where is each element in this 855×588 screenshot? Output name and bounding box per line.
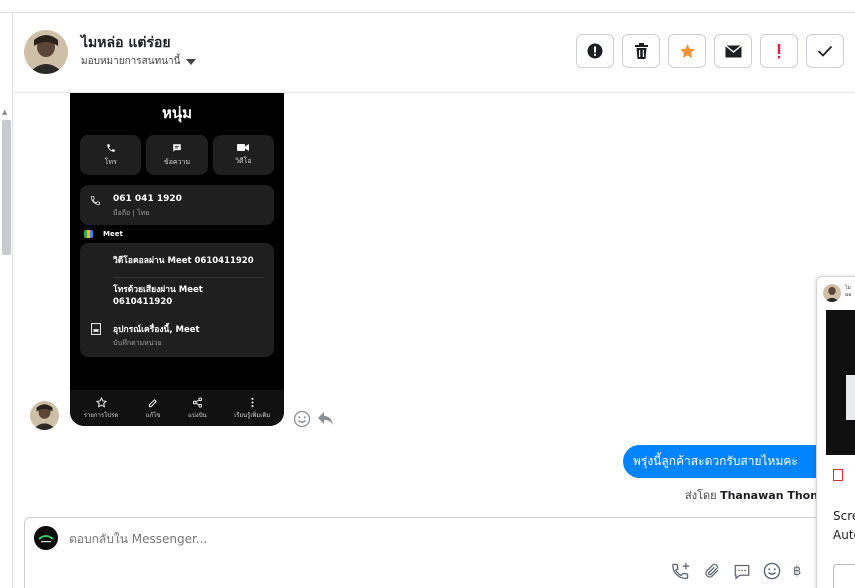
alert-circle-icon [587,43,603,59]
caret-down-icon [186,58,197,65]
more-nav-item: เรียนรู้เพิ่มเติม [234,397,270,420]
phone-message-button: ข้อความ [146,135,208,175]
phone-icon [106,143,115,152]
meet-voice-call-option: โทรด้วยเสียงผ่าน Meet 0610411920 [113,285,203,307]
phone-icon [90,195,101,206]
star-outline-icon [95,396,107,408]
popup-file-icon [833,469,843,481]
payment-baht-icon[interactable]: ฿ [793,564,801,579]
phone-video-button: วิดีโอ [212,135,274,175]
popup-title: ไม มอ [845,285,851,299]
meet-label: Meet [103,230,123,238]
react-emoji-icon[interactable] [293,410,311,428]
contact-name[interactable]: ไมหล่อ แต่ร่อย [81,32,171,54]
reply-icon[interactable] [317,410,334,426]
video-icon [237,144,250,151]
reply-composer: ฿ [24,517,855,588]
favorite-nav-item: รายการโปรด [83,396,119,420]
popup-avatar [823,284,841,302]
popup-title-line1: ไม [845,285,851,291]
message-tools [293,410,334,428]
device-save-icon [91,323,101,335]
inbox-conversation-view: ▲ ไมหล่อ แต่ร่อย มอบหมายการสนทนานี้ หนุ่… [0,0,855,588]
contact-avatar[interactable] [24,30,68,74]
popup-text-line1: Scre [833,509,855,523]
phone-number: 061 041 1920 [113,194,182,204]
edit-nav-item: แก้ไข [146,397,161,420]
floating-chat-popup[interactable]: ไม มอ Scre Auto [816,276,855,588]
phone-bottom-nav: รายการโปรด แก้ไข แบ่งปัน เรียนรู้เพิ่มเต… [70,390,284,426]
saved-replies-icon[interactable] [733,563,751,580]
message-icon [173,143,181,152]
popup-image-preview [826,310,855,455]
phone-action-buttons: โทร ข้อความ วิดีโอ [80,135,274,175]
scrollbar[interactable]: ▲ [0,13,13,588]
popup-button[interactable] [833,564,855,588]
page-avatar [34,526,58,550]
sent-by-name[interactable]: Thanawan Thon [720,489,818,502]
star-icon [679,43,695,58]
assign-conversation-dropdown[interactable]: มอบหมายการสนทนานี้ [81,54,197,69]
meet-divider [113,277,264,278]
meet-section-label: Meet [84,230,123,238]
popup-text: Scre Auto [833,507,855,545]
pencil-icon [148,398,157,407]
more-label: เรียนรู้เพิ่มเติม [234,411,271,419]
more-vertical-icon [251,397,254,407]
meet-device-option: อุปกรณ์เครื่องนี้, Meet [113,325,200,335]
mark-done-button[interactable] [806,34,844,68]
composer-toolbar: ฿ [671,562,801,580]
phone-call-label: โทร [104,157,117,166]
sender-avatar[interactable] [30,401,59,430]
favorite-label: รายการโปรด [83,411,119,419]
attachment-icon[interactable] [703,562,721,580]
meet-video-call-option: วิดีโอคอลผ่าน Meet 0610411920 [113,256,254,266]
phone-call-button: โทร [80,135,142,175]
popup-title-line2: มอ [845,292,852,298]
exclamation-icon [777,44,781,59]
popup-text-line2: Auto [833,528,855,542]
check-icon [817,45,833,57]
phone-number-type: มือถือ | ไทย [113,209,150,217]
sent-by-prefix: ส่งโดย [685,489,717,502]
trash-icon [634,43,648,59]
header-actions [576,34,844,68]
conversation-header: ไมหล่อ แต่ร่อย มอบหมายการสนทนานี้ [13,13,855,93]
meet-device-sub: บันทึกตามหน่วย [113,339,162,347]
edit-label: แก้ไข [145,411,161,419]
share-label: แบ่งปัน [188,411,207,419]
envelope-icon [724,44,742,57]
share-icon [192,396,202,408]
mark-unread-button[interactable] [714,34,752,68]
spam-button[interactable] [576,34,614,68]
scroll-up-arrow-icon[interactable]: ▲ [2,108,7,116]
share-nav-item: แบ่งปัน [188,396,207,420]
assign-label: มอบหมายการสนทนานี้ [81,56,181,67]
contact-card-screenshot[interactable]: หนุ่ม โทร ข้อความ วิดีโอ 061 041 1920 มื… [70,93,284,426]
phone-video-label: วิดีโอ [235,157,252,165]
call-add-icon[interactable] [671,562,691,580]
reply-input[interactable] [69,532,469,546]
delete-button[interactable] [622,34,660,68]
emoji-icon[interactable] [763,562,781,580]
follow-up-button[interactable] [760,34,798,68]
star-button[interactable] [668,34,706,68]
meet-logo-icon [84,230,93,238]
scroll-thumb[interactable] [2,120,11,255]
sent-by-line: ส่งโดย Thanawan Thon [685,486,818,504]
top-divider [0,0,855,13]
meet-options-card: วิดีโอคอลผ่าน Meet 0610411920 โทรด้วยเสี… [80,243,274,357]
phone-contact-name: หนุ่ม [161,104,193,122]
phone-message-label: ข้อความ [163,157,191,166]
phone-number-card: 061 041 1920 มือถือ | ไทย [80,185,274,225]
